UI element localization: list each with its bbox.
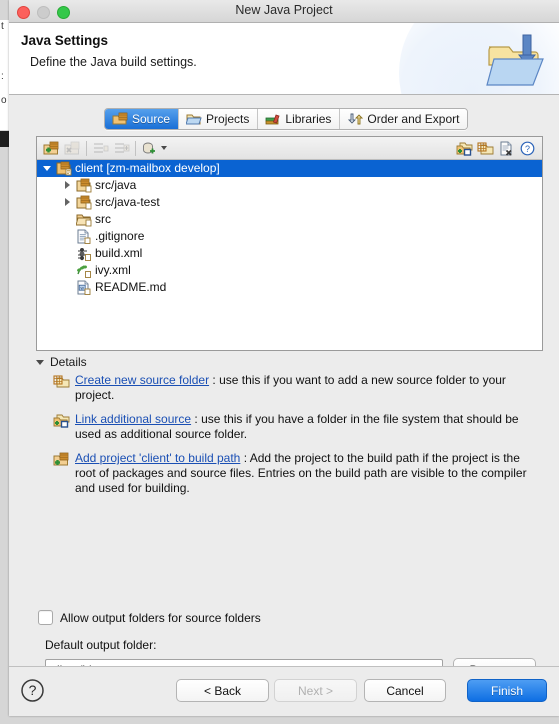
detail-text: Create new source folder : use this if y… (71, 373, 543, 403)
allow-output-folders-checkbox[interactable] (38, 610, 53, 625)
create-source-folder-icon[interactable] (475, 139, 496, 158)
twisty-closed-icon[interactable] (63, 180, 74, 191)
help-question-icon[interactable]: ? (20, 678, 45, 703)
source-folders-panel: ? client [zm-mailbox develop] src/java s… (36, 136, 543, 351)
remove-source-folder-icon (62, 139, 83, 158)
tree-row-build-xml[interactable]: build.xml (37, 245, 542, 262)
details-section-header[interactable]: Details (36, 355, 87, 369)
tree-row-label: src (95, 212, 111, 226)
ivy-file-icon (77, 265, 91, 278)
background-dark-strip (0, 131, 9, 147)
tree-row-label: README.md (95, 280, 167, 294)
source-folder-tree[interactable]: client [zm-mailbox develop] src/java src… (37, 160, 542, 296)
cancel-button[interactable]: Cancel (364, 679, 446, 702)
tab-libraries[interactable]: Libraries (258, 109, 341, 129)
dialog-content: Source Projects Libraries Order and Expo… (9, 95, 559, 681)
allow-output-folders-row[interactable]: Allow output folders for source folders (38, 610, 261, 625)
svg-text:?: ? (525, 144, 530, 154)
window-title-bar: New Java Project (9, 0, 559, 23)
remove-entry-icon[interactable] (496, 139, 517, 158)
next-button: Next > (274, 679, 357, 702)
order-export-icon (348, 113, 364, 125)
details-list: Create new source folder : use this if y… (53, 373, 543, 505)
source-folder-icon (76, 178, 92, 193)
libraries-books-icon (265, 114, 280, 125)
add-source-folder-icon[interactable] (41, 139, 62, 158)
help-icon[interactable]: ? (517, 139, 538, 158)
page-title: Java Settings (21, 33, 109, 48)
tree-row-label: .gitignore (95, 229, 145, 243)
background-glyph-p: o (1, 95, 7, 106)
tree-row-readme-md[interactable]: w README.md (37, 279, 542, 296)
tree-row-label: build.xml (95, 246, 143, 260)
tab-label: Libraries (285, 112, 332, 126)
source-folder-icon (112, 112, 128, 125)
details-label: Details (50, 355, 87, 369)
background-glyph-t: t (1, 21, 4, 32)
twisty-closed-icon[interactable] (63, 197, 74, 208)
link-additional-source-link[interactable]: Link additional source (75, 412, 191, 426)
link-source-icon (53, 412, 71, 442)
tab-order-and-export[interactable]: Order and Export (340, 109, 468, 129)
dialog-footer: ? < Back Next > Cancel Finish (9, 666, 559, 716)
detail-entry: Link additional source : use this if you… (53, 412, 543, 442)
tab-label: Projects (206, 112, 250, 126)
tree-row-src-java-test[interactable]: src/java-test (37, 194, 542, 211)
detail-entry: Add project 'client' to build path : Add… (53, 451, 543, 496)
tree-row-gitignore[interactable]: .gitignore (37, 228, 542, 245)
tree-row-src-java[interactable]: src/java (37, 177, 542, 194)
add-project-to-build-path-link[interactable]: Add project 'client' to build path (75, 451, 240, 465)
tree-toolbar: ? (37, 137, 542, 160)
tree-row-ivy-xml[interactable]: ivy.xml (37, 262, 542, 279)
tree-row-src[interactable]: src (37, 211, 542, 228)
link-source-icon[interactable] (454, 139, 475, 158)
tree-row-label: src/java-test (95, 195, 160, 209)
tree-row-project[interactable]: client [zm-mailbox develop] (37, 160, 542, 177)
collapse-filter-icon (90, 139, 111, 158)
tree-row-label: src/java (95, 178, 137, 192)
default-output-folder-label: Default output folder: (45, 638, 157, 652)
finish-button[interactable]: Finish (467, 679, 547, 702)
text-file-icon (77, 229, 91, 244)
plain-folder-icon (76, 214, 92, 227)
detail-entry: Create new source folder : use this if y… (53, 373, 543, 403)
tree-row-label: ivy.xml (95, 263, 131, 277)
java-project-icon (56, 161, 72, 176)
background-glyph-c: : (1, 71, 4, 82)
ant-build-file-icon (78, 248, 91, 261)
toolbar-separator (86, 140, 87, 156)
markdown-file-icon: w (77, 280, 91, 295)
source-folder-icon (76, 195, 92, 210)
twisty-open-icon[interactable] (43, 163, 54, 174)
back-button[interactable]: < Back (176, 679, 269, 702)
tab-projects[interactable]: Projects (179, 109, 259, 129)
add-project-to-build-path-icon (53, 451, 71, 496)
allow-output-folders-label: Allow output folders for source folders (60, 610, 261, 625)
tab-label: Order and Export (367, 112, 460, 126)
page-subtitle: Define the Java build settings. (30, 55, 197, 69)
svg-text:?: ? (29, 682, 37, 698)
tree-row-label: client [zm-mailbox develop] (75, 161, 220, 175)
chevron-down-icon[interactable] (161, 146, 167, 150)
detail-text: Add project 'client' to build path : Add… (71, 451, 543, 496)
create-new-source-folder-link[interactable]: Create new source folder (75, 373, 209, 387)
tab-label: Source (132, 112, 171, 126)
chevron-down-icon[interactable] (36, 359, 44, 365)
new-java-project-dialog: New Java Project Java Settings Define th… (9, 0, 559, 716)
settings-tab-bar: Source Projects Libraries Order and Expo… (104, 108, 469, 130)
folder-import-icon (486, 34, 544, 86)
configure-output-icon[interactable] (139, 139, 160, 158)
tab-source[interactable]: Source (105, 109, 180, 129)
detail-text: Link additional source : use this if you… (71, 412, 543, 442)
expand-filter-icon (111, 139, 132, 158)
dialog-header: Java Settings Define the Java build sett… (9, 23, 559, 95)
create-source-folder-icon (53, 373, 71, 403)
toolbar-separator (135, 140, 136, 156)
window-title: New Java Project (235, 3, 333, 17)
projects-folder-icon (186, 114, 202, 125)
